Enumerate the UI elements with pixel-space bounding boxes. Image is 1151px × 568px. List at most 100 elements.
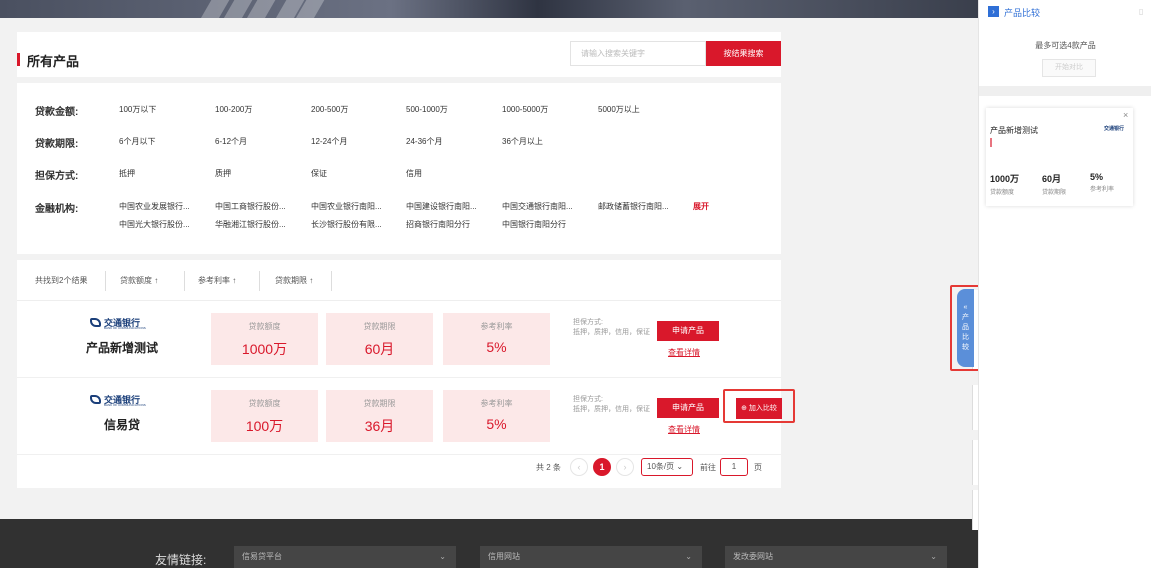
filter-label: 贷款金额:	[35, 107, 79, 118]
apply-button[interactable]: 申请产品	[657, 398, 719, 418]
start-compare-button[interactable]: 开始对比	[1042, 59, 1096, 77]
sort-rate[interactable]: 参考利率 ↑	[198, 261, 236, 301]
filter-option[interactable]: 中国交通银行南阳...	[502, 201, 573, 212]
divider	[184, 271, 185, 291]
filter-option[interactable]: 100万以下	[119, 104, 156, 115]
stat-label: 参考利率	[480, 399, 513, 408]
pagination-total: 共 2 条	[536, 463, 561, 472]
bank-logo: 交通银行 BANK OF COMMUNICATIONS	[90, 316, 146, 330]
filter-option[interactable]: 100-200万	[215, 104, 252, 115]
filter-option[interactable]: 华融湘江银行股份...	[215, 219, 286, 230]
link-select[interactable]: 发改委网站 ⌄	[725, 546, 947, 568]
filter-option[interactable]: 5000万以上	[598, 104, 640, 115]
compare-panel: › 产品比较 ▯ 最多可选4款产品 开始对比 × 产品新增测试 交通银行 100…	[978, 0, 1151, 568]
stat-value: 36月	[364, 418, 395, 434]
filter-option[interactable]: 6-12个月	[215, 136, 247, 147]
stat-value: 5%	[486, 339, 507, 355]
sort-amount[interactable]: 贷款额度 ↑	[120, 261, 158, 301]
filter-option[interactable]: 保证	[311, 168, 327, 179]
close-icon[interactable]: ×	[1123, 110, 1128, 120]
filter-option[interactable]: 中国光大银行股份...	[119, 219, 190, 230]
stat-value: 60月	[364, 341, 395, 357]
bank-name-en: BANK OF COMMUNICATIONS	[104, 326, 146, 330]
trash-icon[interactable]: ▯	[1139, 7, 1143, 16]
filter-option[interactable]: 中国农业银行南阳...	[311, 201, 382, 212]
filter-option[interactable]: 1000-5000万	[502, 104, 548, 115]
filter-option[interactable]: 200-500万	[311, 104, 348, 115]
filter-option[interactable]: 长沙银行股份有限...	[311, 219, 382, 230]
filter-option[interactable]: 中国银行南阳分行	[502, 219, 566, 230]
friend-links-label: 友情链接:	[155, 553, 207, 567]
filter-label: 担保方式:	[35, 171, 79, 182]
divider	[331, 271, 332, 291]
sort-bar: 共找到2个结果 贷款额度 ↑ 参考利率 ↑ 贷款期限 ↑	[17, 261, 781, 301]
divider	[105, 271, 106, 291]
compare-panel-title: 产品比较	[1004, 8, 1041, 18]
stat-amount: 贷款额度 100万	[211, 390, 318, 442]
filter-option[interactable]: 24-36个月	[406, 136, 442, 147]
filter-label: 贷款期限:	[35, 139, 79, 150]
goto-page-input[interactable]: 1	[720, 458, 748, 476]
filter-term: 贷款期限: 6个月以下 6-12个月 12-24个月 24-36个月 36个月以…	[35, 135, 775, 151]
footer: 友情链接: 信易贷平台 ⌄ 信用网站 ⌄ 发改委网站 ⌄	[0, 519, 978, 568]
page-number[interactable]: 1	[593, 458, 611, 476]
stat-term: 贷款期限 36月	[326, 390, 433, 442]
guarantee-value: 抵押，质押，信用，保证	[573, 329, 650, 336]
panel-toggle-icon[interactable]: ›	[988, 6, 999, 17]
filter-option[interactable]: 信用	[406, 168, 422, 179]
filter-option[interactable]: 12-24个月	[311, 136, 347, 147]
stat-label: 贷款期限	[1042, 190, 1067, 196]
guarantee-title: 担保方式:	[573, 396, 603, 403]
filter-option[interactable]: 中国农业发展银行...	[119, 201, 190, 212]
compare-card: × 产品新增测试 交通银行 1000万 贷款额度 60月 贷款期限 5% 参考利…	[986, 108, 1133, 206]
detail-link[interactable]: 查看详情	[668, 347, 700, 358]
card-marker	[990, 138, 992, 147]
stat-term: 贷款期限 60月	[326, 313, 433, 365]
chevron-down-icon: ⌄	[930, 552, 937, 561]
divider	[17, 77, 781, 83]
detail-link[interactable]: 查看详情	[668, 424, 700, 435]
expand-link[interactable]: 展开	[693, 201, 709, 212]
stat-value: 60月	[1042, 174, 1062, 184]
stat-label: 贷款期限	[363, 399, 396, 408]
compare-card-stat: 1000万 贷款额度	[990, 172, 1019, 196]
filter-guarantee: 担保方式: 抵押 质押 保证 信用	[35, 167, 775, 183]
sort-term[interactable]: 贷款期限 ↑	[275, 261, 313, 301]
filter-option[interactable]: 邮政储蓄银行南阳...	[598, 201, 669, 212]
page-size-select[interactable]: 10条/页 ⌄	[641, 458, 693, 476]
apply-button[interactable]: 申请产品	[657, 321, 719, 341]
result-count: 共找到2个结果	[35, 276, 88, 285]
stat-label: 参考利率	[1090, 187, 1115, 193]
compare-card-stat: 60月 贷款期限	[1042, 172, 1066, 196]
filter-option[interactable]: 抵押	[119, 168, 135, 179]
top-banner	[0, 0, 978, 18]
link-select[interactable]: 信易贷平台 ⌄	[234, 546, 456, 568]
search-button[interactable]: 按结果搜索	[706, 41, 781, 66]
filter-option[interactable]: 质押	[215, 168, 231, 179]
title-accent	[17, 53, 20, 66]
compare-panel-header: › 产品比较 ▯	[979, 0, 1151, 24]
prev-page-button[interactable]: ‹	[570, 458, 588, 476]
filter-label: 金融机构:	[35, 204, 79, 215]
filter-option[interactable]: 500-1000万	[406, 104, 448, 115]
filter-option[interactable]: 中国建设银行南阳...	[406, 201, 477, 212]
bank-name-en: BANK OF COMMUNICATIONS	[104, 403, 146, 407]
stat-rate: 参考利率 5%	[443, 313, 550, 365]
compare-card-name: 产品新增测试	[990, 126, 1038, 135]
product-name[interactable]: 信易贷	[67, 416, 177, 433]
filter-option[interactable]: 中国工商银行股份...	[215, 201, 286, 212]
bank-logo-icon	[90, 395, 101, 404]
highlight-box	[723, 389, 795, 423]
link-select[interactable]: 信用网站 ⌄	[480, 546, 702, 568]
filter-option[interactable]: 招商银行南阳分行	[406, 219, 470, 230]
search-input[interactable]	[570, 41, 706, 66]
product-name[interactable]: 产品新增测试	[67, 339, 177, 356]
page-title: 所有产品	[27, 54, 80, 69]
product-row: 交通银行 BANK OF COMMUNICATIONS 信易贷 贷款额度 100…	[17, 379, 781, 455]
next-page-button[interactable]: ›	[616, 458, 634, 476]
filter-option[interactable]: 36个月以上	[502, 136, 543, 147]
stat-value: 1000万	[990, 174, 1020, 184]
guarantee-info: 担保方式: 抵押，质押，信用，保证	[573, 395, 653, 415]
filter-option[interactable]: 6个月以下	[119, 136, 155, 147]
list-header: 所有产品 按结果搜索	[17, 32, 781, 77]
